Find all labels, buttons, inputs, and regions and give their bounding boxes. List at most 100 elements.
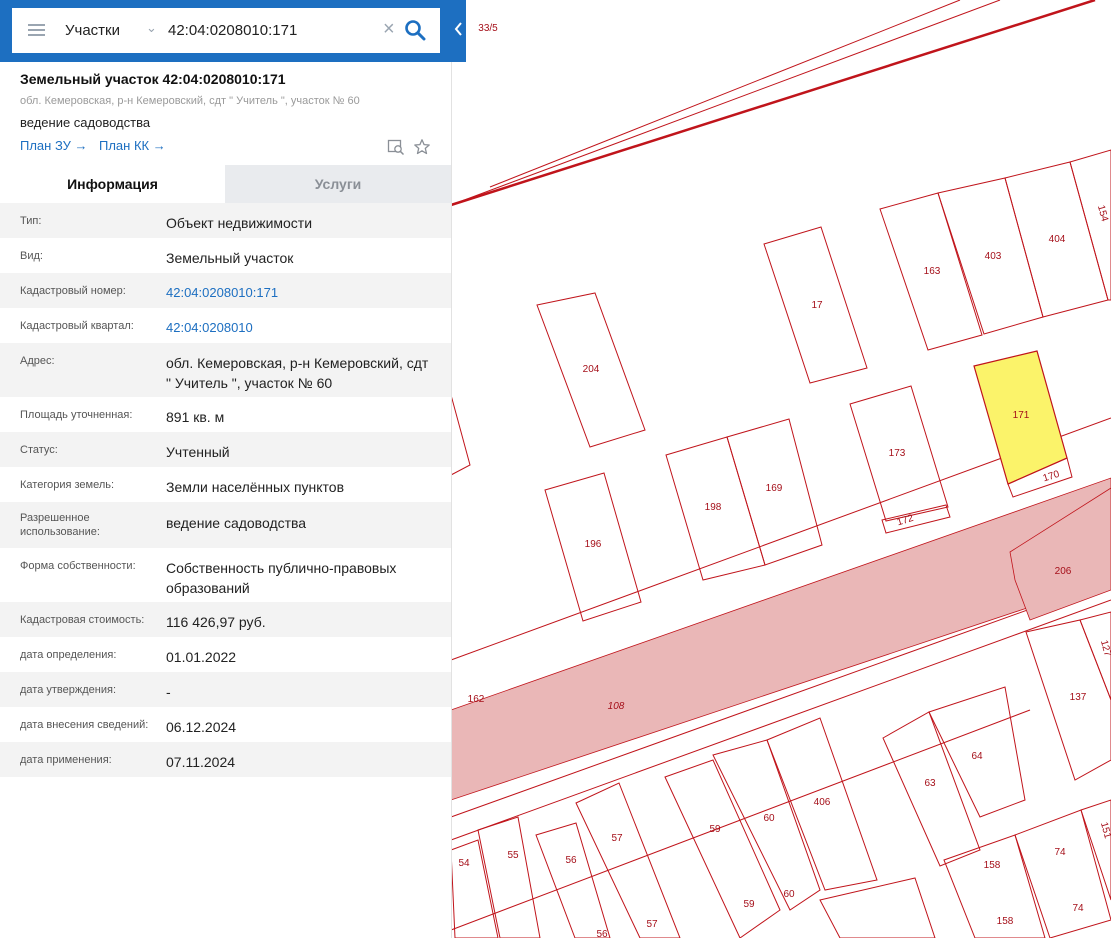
- search-icon[interactable]: [404, 19, 426, 41]
- map-label: 154: [1095, 204, 1110, 223]
- map-label: 64: [971, 751, 983, 762]
- info-row: Тип: Объект недвижимости: [0, 203, 451, 238]
- parcel-outline: [712, 739, 821, 911]
- info-row: дата применения: 07.11.2024: [0, 742, 451, 777]
- menu-icon[interactable]: [28, 24, 45, 36]
- row-label: Вид:: [20, 250, 43, 262]
- info-row: Категория земель: Земли населённых пункт…: [0, 467, 451, 502]
- chevron-left-icon: [454, 22, 462, 36]
- layer-select[interactable]: Участки: [65, 22, 120, 39]
- row-label: дата применения:: [20, 754, 112, 766]
- row-value: Объект недвижимости: [166, 215, 313, 231]
- info-row: Кадастровый номер: 42:04:0208010:171: [0, 273, 451, 308]
- parcel-outline: [1080, 799, 1111, 901]
- parcel-outline: [1069, 149, 1111, 301]
- map-label: 158: [984, 860, 1001, 871]
- clear-icon[interactable]: ×: [383, 18, 395, 40]
- tab-services[interactable]: Услуги: [225, 165, 451, 203]
- row-label: Разрешенное использование:: [20, 512, 100, 538]
- row-label: Тип:: [20, 215, 42, 227]
- info-row: дата определения: 01.01.2022: [0, 637, 451, 672]
- row-label: Адрес:: [20, 355, 55, 367]
- row-label: Форма собственности:: [20, 560, 136, 572]
- map-label: 158: [997, 916, 1014, 927]
- info-panel: Земельный участок 42:04:0208010:171 обл.…: [0, 62, 452, 938]
- row-value: 01.01.2022: [166, 649, 237, 665]
- map-label: 169: [766, 483, 783, 494]
- parcel-outline: [477, 816, 541, 938]
- parcel-address: обл. Кемеровская, р-н Кемеровский, сдт "…: [20, 95, 360, 107]
- parcel-outline: [535, 822, 611, 938]
- parcel-outline: [943, 834, 1046, 938]
- map-label: 406: [814, 797, 831, 808]
- map-label: 55: [507, 850, 519, 861]
- map-label: 74: [1054, 847, 1066, 858]
- info-row: Кадастровая стоимость: 116 426,97 руб.: [0, 602, 451, 637]
- map-label: 173: [889, 448, 906, 459]
- map-label: 137: [1070, 692, 1087, 703]
- map-label: 59: [743, 899, 755, 910]
- row-value: Земли населённых пунктов: [166, 479, 345, 495]
- map-label: 57: [611, 833, 623, 844]
- map-label: 204: [583, 364, 600, 375]
- parcel-title: Земельный участок 42:04:0208010:171: [20, 71, 286, 87]
- search-bar: Участки ⌄ ×: [0, 0, 466, 62]
- parcel-outline: [450, 839, 499, 938]
- info-row: дата внесения сведений: 06.12.2024: [0, 707, 451, 742]
- row-label: Категория земель:: [20, 479, 115, 491]
- main-boundary-line: [450, 0, 1096, 207]
- row-label: Кадастровый квартал:: [20, 320, 134, 332]
- boundary-line: [450, 0, 1001, 206]
- plan-kk-link[interactable]: План КК →: [99, 138, 166, 153]
- map-label: 403: [985, 251, 1002, 262]
- boundary-line: [489, 0, 961, 188]
- map-label: 54: [458, 858, 470, 869]
- row-label: Статус:: [20, 444, 58, 456]
- row-value: Учтенный: [166, 444, 230, 460]
- map-search-icon[interactable]: [387, 138, 405, 156]
- row-label: Кадастровый номер:: [20, 285, 126, 297]
- collapse-panel-button[interactable]: [451, 14, 466, 44]
- parcel-outline: [575, 782, 681, 938]
- map-label: 57: [646, 919, 658, 930]
- map-label: 63: [924, 778, 936, 789]
- info-row: Статус: Учтенный: [0, 432, 451, 467]
- info-row: дата утверждения: -: [0, 672, 451, 707]
- tabs: Информация Услуги: [0, 165, 451, 203]
- row-value: 07.11.2024: [166, 754, 236, 770]
- cadastral-quarter-link[interactable]: 42:04:0208010: [166, 318, 436, 338]
- row-value: Собственность публично-правовых образова…: [166, 560, 397, 596]
- map-label: 162: [468, 694, 485, 705]
- info-row: Разрешенное использование: ведение садов…: [0, 502, 451, 548]
- map-label: 163: [924, 266, 941, 277]
- chevron-down-icon[interactable]: ⌄: [146, 20, 157, 36]
- map-label: 33/5: [478, 23, 498, 34]
- search-input[interactable]: [168, 18, 368, 42]
- plan-zu-link[interactable]: План ЗУ →: [20, 138, 88, 153]
- row-label: Площадь уточненная:: [20, 409, 133, 421]
- map-label: 108: [608, 701, 625, 712]
- star-icon[interactable]: [413, 138, 431, 156]
- parcel-outline: [1014, 809, 1111, 938]
- map-label: 59: [709, 824, 721, 835]
- parcel-purpose: ведение садоводства: [20, 115, 151, 130]
- info-row: Кадастровый квартал: 42:04:0208010: [0, 308, 451, 343]
- cadastral-number-link[interactable]: 42:04:0208010:171: [166, 283, 436, 303]
- info-row: Форма собственности: Собственность публи…: [0, 548, 451, 602]
- row-label: дата утверждения:: [20, 684, 117, 696]
- map-label: 198: [705, 502, 722, 513]
- parcel-outline: [450, 394, 471, 476]
- row-label: Кадастровая стоимость:: [20, 614, 145, 626]
- row-value: 06.12.2024: [166, 719, 237, 735]
- map-label: 151: [1098, 821, 1111, 840]
- map-label: 196: [585, 539, 602, 550]
- tab-info[interactable]: Информация: [0, 165, 225, 203]
- row-label: дата определения:: [20, 649, 117, 661]
- map-label: 404: [1049, 234, 1066, 245]
- info-table: Тип: Объект недвижимости Вид: Земельный …: [0, 203, 451, 777]
- search-box: Участки ⌄ ×: [12, 8, 440, 53]
- row-label: дата внесения сведений:: [20, 719, 149, 731]
- row-value: ведение садоводства: [166, 515, 307, 531]
- row-value: 116 426,97 руб.: [166, 614, 266, 630]
- row-value: 891 кв. м: [166, 409, 225, 425]
